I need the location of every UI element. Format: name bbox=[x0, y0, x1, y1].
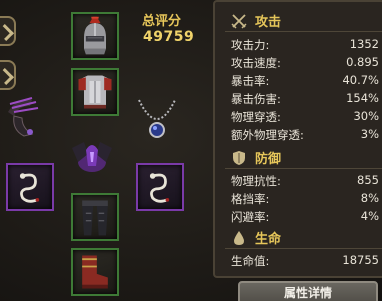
stat-row: 生命值: 18755 bbox=[231, 253, 379, 269]
total-score-label: 总评分 bbox=[142, 14, 182, 29]
plumed-helmet-icon bbox=[84, 16, 106, 55]
stat-row: 暴击伤害: 154% bbox=[231, 91, 379, 107]
chevron-right-icon[interactable] bbox=[0, 16, 16, 46]
stat-label: 闪避率: bbox=[231, 210, 270, 224]
stat-label: 格挡率: bbox=[231, 192, 270, 206]
dark-pauldron-icon bbox=[72, 142, 112, 172]
attack-section-title: 攻击 bbox=[255, 15, 282, 30]
stat-label: 生命值: bbox=[231, 254, 270, 268]
stat-row: 物理抗性: 855 bbox=[231, 173, 379, 189]
total-score-value: 49759 bbox=[143, 29, 195, 45]
stat-value: 154% bbox=[346, 91, 379, 105]
stat-row: 攻击力: 1352 bbox=[231, 37, 379, 53]
attack-section-header: 攻击 bbox=[231, 11, 281, 30]
stat-label: 物理穿透: bbox=[231, 110, 281, 124]
chevron-right-icon[interactable] bbox=[0, 60, 16, 90]
stat-row: 物理穿透: 30% bbox=[231, 109, 379, 125]
stat-value: 4% bbox=[360, 209, 379, 223]
red-boots-icon bbox=[82, 255, 108, 289]
divider bbox=[225, 31, 382, 32]
pants-slot[interactable] bbox=[71, 193, 119, 241]
helmet-slot[interactable] bbox=[71, 12, 119, 60]
armor-slot[interactable] bbox=[71, 68, 119, 116]
stat-value: 30% bbox=[353, 109, 379, 123]
defense-section-header: 防御 bbox=[231, 148, 281, 167]
stat-value: 855 bbox=[357, 173, 379, 187]
stat-row: 暴击率: 40.7% bbox=[231, 73, 379, 89]
character-equipment-screen: 总评分 49759 攻击 攻击力: 1352 攻击速度: 0.895 暴击率: … bbox=[0, 0, 382, 301]
serpent-ring-icon bbox=[149, 173, 170, 203]
chest-armor-icon bbox=[78, 75, 112, 109]
stat-value: 1352 bbox=[349, 37, 379, 51]
ring-right-slot[interactable] bbox=[136, 163, 184, 211]
stat-label: 攻击力: bbox=[231, 38, 270, 52]
stat-label: 暴击率: bbox=[231, 74, 270, 88]
stat-value: 0.895 bbox=[346, 55, 379, 69]
stat-label: 物理抗性: bbox=[231, 174, 281, 188]
life-section-title: 生命 bbox=[255, 232, 282, 247]
defense-section-title: 防御 bbox=[255, 152, 282, 167]
stat-value: 18755 bbox=[342, 253, 379, 267]
stat-row: 闪避率: 4% bbox=[231, 209, 379, 225]
stat-value: 8% bbox=[360, 191, 379, 205]
stat-label: 暴击伤害: bbox=[231, 92, 281, 106]
stat-row: 额外物理穿透: 3% bbox=[231, 127, 379, 143]
claw-blade-icon bbox=[8, 97, 39, 137]
stat-label: 攻击速度: bbox=[231, 56, 281, 70]
pearl-amulet-icon bbox=[138, 99, 176, 138]
stats-panel: 攻击 攻击力: 1352 攻击速度: 0.895 暴击率: 40.7% 暴击伤害… bbox=[213, 0, 382, 278]
attribute-details-button[interactable]: 属性详情 bbox=[238, 281, 378, 301]
stat-value: 40.7% bbox=[342, 73, 379, 87]
divider bbox=[225, 168, 382, 169]
stat-row: 格挡率: 8% bbox=[231, 191, 379, 207]
divider bbox=[225, 248, 382, 249]
shoulder-slot[interactable] bbox=[68, 132, 116, 180]
crossed-swords-icon bbox=[231, 13, 247, 29]
weapon-slot[interactable] bbox=[2, 94, 50, 142]
stat-label: 额外物理穿透: bbox=[231, 128, 304, 142]
life-section-header: 生命 bbox=[231, 228, 281, 247]
stat-value: 3% bbox=[360, 127, 379, 141]
leg-armor-icon bbox=[82, 200, 108, 236]
boots-slot[interactable] bbox=[71, 248, 119, 296]
serpent-ring-icon bbox=[19, 173, 40, 203]
blood-drop-icon bbox=[234, 230, 244, 245]
stat-row: 攻击速度: 0.895 bbox=[231, 55, 379, 71]
shield-icon bbox=[233, 150, 245, 165]
ring-left-slot[interactable] bbox=[6, 163, 54, 211]
amulet-slot[interactable] bbox=[133, 94, 181, 142]
